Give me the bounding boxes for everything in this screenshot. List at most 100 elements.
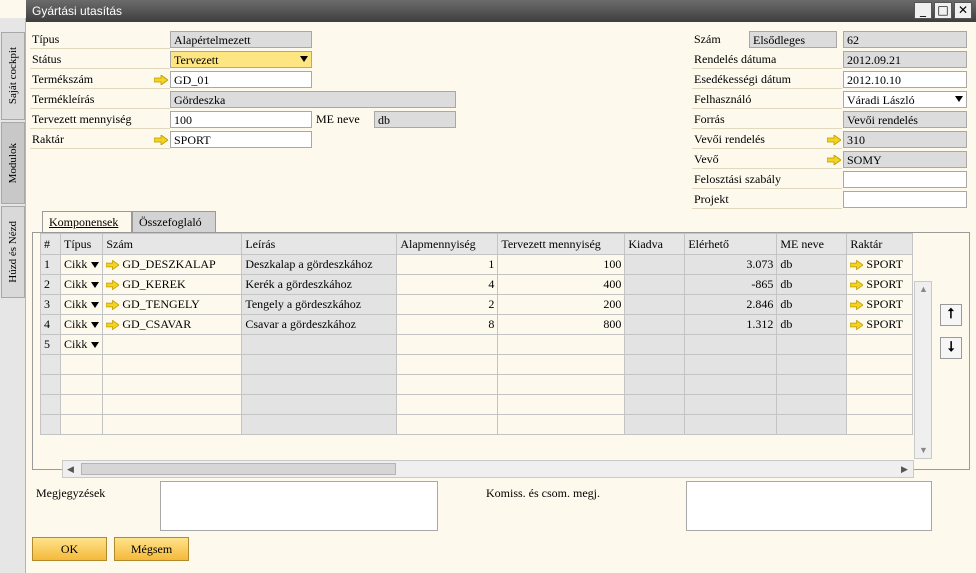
link-arrow-icon[interactable] (850, 300, 864, 311)
title-bar[interactable]: Gyártási utasítás _ □ ✕ (26, 0, 976, 22)
empty-cell (497, 394, 626, 415)
user-select[interactable]: Váradi László (843, 91, 967, 108)
warehouse-cell[interactable]: SPORT (846, 314, 914, 335)
tab-summary[interactable]: Összefoglaló (132, 211, 216, 232)
type-cell[interactable]: Cikk (59, 294, 104, 315)
close-icon[interactable]: ✕ (954, 2, 972, 19)
item-cell[interactable]: GD_DESZKALAP (102, 254, 243, 275)
type-cell[interactable]: Cikk (59, 334, 104, 355)
link-arrow-icon[interactable] (850, 260, 864, 271)
link-arrow-icon[interactable] (106, 320, 120, 331)
distribution-rule-field[interactable] (843, 171, 967, 188)
col-header[interactable]: Kiadva (624, 233, 686, 255)
chevron-down-icon (300, 56, 308, 62)
col-header[interactable]: Szám (102, 233, 243, 255)
link-arrow-icon[interactable] (850, 280, 864, 291)
ok-button[interactable]: OK (32, 537, 107, 561)
col-header[interactable]: Tervezett mennyiség (497, 233, 626, 255)
col-header[interactable]: Leírás (241, 233, 398, 255)
link-arrow-icon[interactable] (106, 260, 120, 271)
warehouse-cell[interactable]: SPORT (846, 294, 914, 315)
minimize-icon[interactable]: _ (914, 2, 932, 19)
col-header[interactable]: # (40, 233, 61, 255)
chevron-down-icon[interactable] (91, 322, 100, 329)
move-row-up-icon[interactable]: ⭡ (940, 304, 962, 326)
chevron-down-icon[interactable] (91, 342, 100, 349)
cancel-button[interactable]: Mégsem (114, 537, 189, 561)
planned-qty-cell[interactable]: 800 (497, 314, 626, 335)
dock-tab-modules[interactable]: Modulok (1, 122, 25, 204)
planned-qty-cell[interactable] (497, 334, 626, 355)
grid-header-row: # Típus Szám Leírás Alapmennyiség Tervez… (40, 233, 914, 255)
empty-cell (241, 414, 398, 435)
col-header[interactable]: Típus (59, 233, 104, 255)
planned-qty-cell[interactable]: 100 (497, 254, 626, 275)
due-date-field[interactable]: 2012.10.10 (843, 71, 967, 88)
item-cell[interactable] (102, 334, 243, 355)
customer-label: Vevő (694, 152, 719, 166)
warehouse-cell[interactable]: SPORT (846, 274, 914, 295)
type-cell[interactable]: Cikk (59, 314, 104, 335)
available-cell: 1.312 (684, 314, 778, 335)
project-field[interactable] (843, 191, 967, 208)
chevron-down-icon[interactable] (91, 302, 100, 309)
planned-qty-cell[interactable]: 200 (497, 294, 626, 315)
type-cell[interactable]: Cikk (59, 274, 104, 295)
link-arrow-icon[interactable] (850, 320, 864, 331)
scroll-up-icon[interactable]: ▲ (919, 284, 928, 294)
link-arrow-icon[interactable] (106, 300, 120, 311)
dock-tab-drag-relate[interactable]: Húzd és Nézd (1, 206, 25, 298)
pick-pack-remarks-textarea[interactable] (686, 481, 932, 531)
empty-cell (846, 374, 914, 395)
warehouse-cell[interactable] (846, 334, 914, 355)
col-header[interactable]: Alapmennyiség (396, 233, 499, 255)
scroll-left-icon[interactable]: ◀ (67, 464, 74, 475)
scroll-down-icon[interactable]: ▼ (919, 445, 928, 455)
col-header[interactable]: Elérhető (684, 233, 778, 255)
remarks-textarea[interactable] (160, 481, 438, 531)
empty-cell (40, 354, 61, 375)
base-qty-cell[interactable]: 8 (396, 314, 499, 335)
base-qty-cell[interactable]: 2 (396, 294, 499, 315)
warehouse-cell[interactable]: SPORT (846, 254, 914, 275)
link-arrow-icon[interactable] (154, 75, 168, 85)
maximize-icon[interactable]: □ (934, 2, 952, 19)
type-cell[interactable]: Cikk (59, 254, 104, 275)
table-row[interactable]: 4 Cikk GD_CSAVAR Csavar a gördeszkához 8 800 1… (40, 314, 914, 335)
base-qty-cell[interactable]: 4 (396, 274, 499, 295)
status-select[interactable]: Tervezett (170, 51, 312, 68)
table-row[interactable]: 2 Cikk GD_KEREK Kerék a gördeszkához 4 400 -86… (40, 274, 914, 295)
table-row[interactable]: 1 Cikk GD_DESZKALAP Deszkalap a gördeszkáho… (40, 254, 914, 275)
link-arrow-icon[interactable] (154, 135, 168, 145)
grid-vertical-scrollbar[interactable]: ▲ ▼ (914, 281, 932, 459)
project-label: Projekt (694, 192, 729, 206)
item-number-field[interactable]: GD_01 (170, 71, 312, 88)
planned-qty-field[interactable]: 100 (170, 111, 312, 128)
chevron-down-icon[interactable] (91, 282, 100, 289)
item-cell[interactable]: GD_CSAVAR (102, 314, 243, 335)
base-qty-cell[interactable] (396, 334, 499, 355)
empty-cell (846, 394, 914, 415)
item-cell[interactable]: GD_KEREK (102, 274, 243, 295)
col-header[interactable]: ME neve (776, 233, 848, 255)
warehouse-field[interactable]: SPORT (170, 131, 312, 148)
link-arrow-icon[interactable] (106, 280, 120, 291)
table-row[interactable]: 5 Cikk (40, 334, 914, 355)
move-row-down-icon[interactable]: ⭣ (940, 337, 962, 359)
table-row[interactable]: 3 Cikk GD_TENGELY Tengely a gördeszkához 2 20… (40, 294, 914, 315)
chevron-down-icon[interactable] (91, 262, 100, 269)
empty-cell (241, 354, 398, 375)
planned-qty-cell[interactable]: 400 (497, 274, 626, 295)
grid-horizontal-scrollbar[interactable]: ◀ ▶ (62, 460, 914, 478)
series-field[interactable]: Elsődleges (749, 31, 837, 48)
col-header[interactable]: Raktár (846, 233, 914, 255)
status-value: Tervezett (174, 53, 219, 67)
tab-components[interactable]: Komponensek (42, 211, 132, 233)
scroll-thumb[interactable] (81, 463, 396, 475)
base-qty-cell[interactable]: 1 (396, 254, 499, 275)
link-arrow-icon[interactable] (827, 155, 841, 165)
dock-tab-cockpit[interactable]: Saját cockpit (1, 32, 25, 120)
link-arrow-icon[interactable] (827, 135, 841, 145)
scroll-right-icon[interactable]: ▶ (901, 464, 908, 475)
item-cell[interactable]: GD_TENGELY (102, 294, 243, 315)
